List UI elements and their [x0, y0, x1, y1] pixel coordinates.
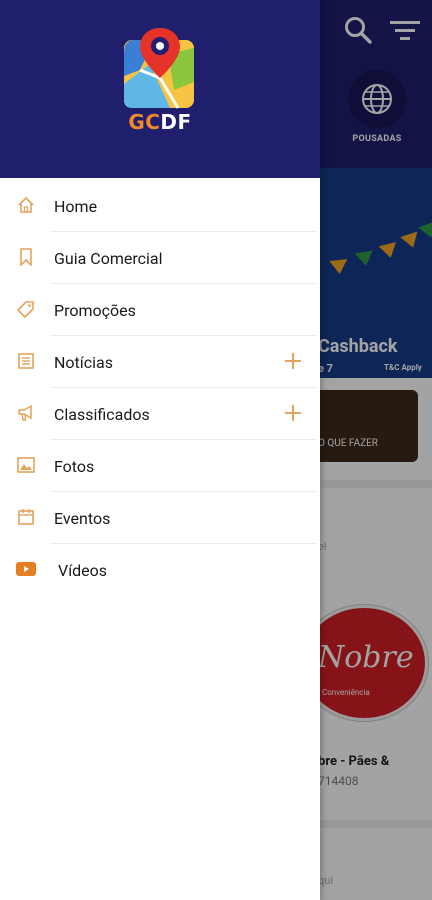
expand-plus-icon[interactable]: [284, 352, 302, 370]
megaphone-icon: [16, 403, 36, 423]
menu-item-noticias[interactable]: Notícias: [0, 336, 320, 388]
menu-item-promocoes[interactable]: Promoções: [0, 284, 320, 336]
bookmark-icon: [16, 247, 36, 267]
menu-item-label: Guia Comercial: [54, 248, 163, 268]
brand-gc: GC: [128, 110, 161, 134]
menu-item-label: Promoções: [54, 300, 136, 320]
tag-icon: [16, 299, 36, 319]
menu-item-eventos[interactable]: Eventos: [0, 492, 320, 544]
calendar-icon: [16, 507, 36, 527]
menu-item-fotos[interactable]: Fotos: [0, 440, 320, 492]
drawer-menu: Home Guia Comercial Promoções Notícias C…: [0, 180, 320, 596]
menu-item-label: Notícias: [54, 352, 113, 372]
menu-item-label: Eventos: [54, 508, 111, 528]
expand-plus-icon[interactable]: [284, 404, 302, 422]
menu-item-home[interactable]: Home: [0, 180, 320, 232]
menu-item-label: Fotos: [54, 456, 95, 476]
brand-df: DF: [160, 110, 192, 134]
menu-item-classificados[interactable]: Classificados: [0, 388, 320, 440]
menu-item-videos[interactable]: Vídeos: [0, 544, 320, 596]
menu-item-label: Vídeos: [58, 560, 108, 580]
newspaper-icon: [16, 351, 36, 371]
menu-item-guia-comercial[interactable]: Guia Comercial: [0, 232, 320, 284]
home-icon: [16, 195, 36, 215]
menu-item-label: Classificados: [54, 404, 150, 424]
drawer-header: GCDF: [0, 0, 320, 178]
brand-name: GCDF: [114, 110, 206, 134]
menu-item-label: Home: [54, 196, 98, 216]
youtube-icon: [16, 559, 36, 579]
navigation-drawer: GCDF Home Guia Comercial Promoções Notíc…: [0, 0, 320, 900]
photo-icon: [16, 455, 36, 475]
